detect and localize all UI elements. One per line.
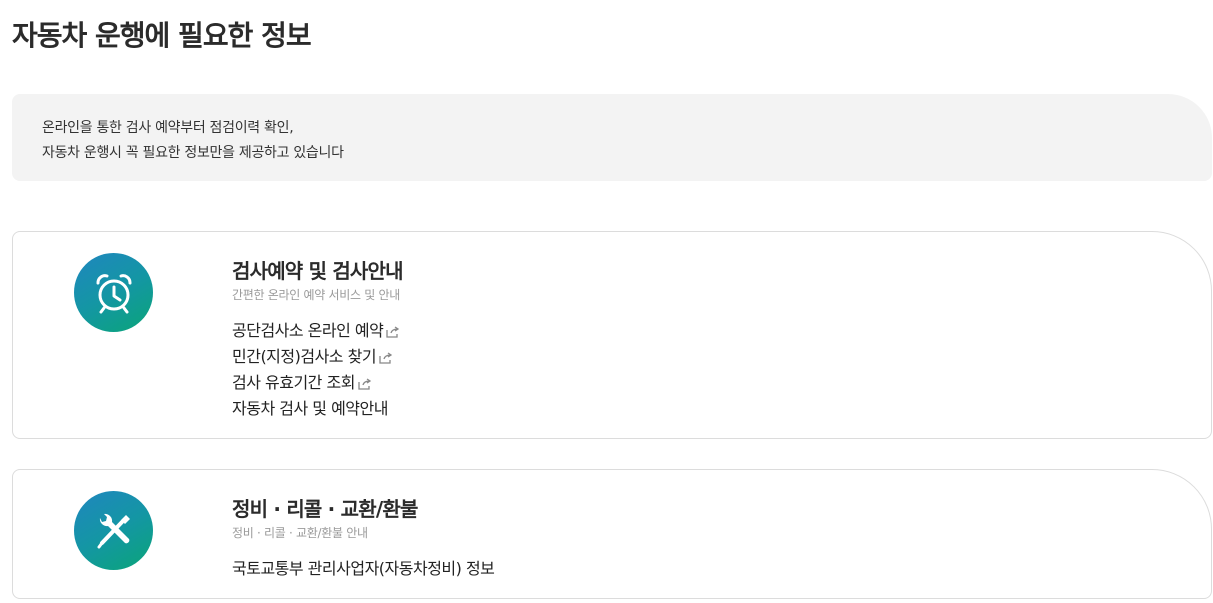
wrench-screwdriver-icon	[97, 513, 130, 548]
link-maintenance-business-info[interactable]: 국토교통부 관리사업자(자동차정비) 정보	[232, 556, 495, 582]
link-inspection-validity-lookup[interactable]: 검사 유효기간 조회	[232, 370, 403, 396]
maintenance-card: 정비 · 리콜 · 교환/환불 정비 · 리콜 · 교환/환불 안내 국토교통부…	[12, 469, 1212, 599]
external-link-icon	[358, 377, 372, 390]
external-link-icon	[386, 325, 400, 338]
external-link-icon	[379, 351, 393, 364]
link-label: 공단검사소 온라인 예약	[232, 321, 384, 340]
maintenance-card-body: 정비 · 리콜 · 교환/환불 정비 · 리콜 · 교환/환불 안내 국토교통부…	[232, 496, 495, 582]
card-subtitle: 정비 · 리콜 · 교환/환불 안내	[232, 526, 368, 540]
inspection-card: 검사예약 및 검사안내 간편한 온라인 예약 서비스 및 안내 공단검사소 온라…	[12, 231, 1212, 439]
card-subtitle: 간편한 온라인 예약 서비스 및 안내	[232, 288, 400, 302]
link-label: 자동차 검사 및 예약안내	[232, 399, 388, 418]
maintenance-icon-circle	[74, 491, 153, 570]
intro-line-2: 자동차 운행시 꼭 필요한 정보만을 제공하고 있습니다	[42, 145, 344, 161]
intro-line-1: 온라인을 통한 검사 예약부터 점검이력 확인,	[42, 120, 294, 136]
inspection-icon-circle	[74, 253, 153, 332]
card-title: 정비 · 리콜 · 교환/환불	[232, 497, 418, 521]
link-list: 국토교통부 관리사업자(자동차정비) 정보	[232, 556, 495, 582]
link-label: 민간(지정)검사소 찾기	[232, 347, 377, 366]
inspection-card-body: 검사예약 및 검사안내 간편한 온라인 예약 서비스 및 안내 공단검사소 온라…	[232, 258, 404, 422]
link-private-inspection-search[interactable]: 민간(지정)검사소 찾기	[232, 344, 403, 370]
link-label: 검사 유효기간 조회	[232, 373, 355, 392]
intro-box: 온라인을 통한 검사 예약부터 점검이력 확인, 자동차 운행시 꼭 필요한 정…	[12, 94, 1212, 181]
link-label: 국토교통부 관리사업자(자동차정비) 정보	[232, 559, 495, 578]
page-title: 자동차 운행에 필요한 정보	[12, 19, 312, 52]
link-list: 공단검사소 온라인 예약 민간(지정)검사소 찾기 검사 유효기간 조회 자동차…	[232, 318, 403, 422]
link-public-inspection-reservation[interactable]: 공단검사소 온라인 예약	[232, 318, 403, 344]
card-title: 검사예약 및 검사안내	[232, 259, 404, 283]
link-inspection-guide[interactable]: 자동차 검사 및 예약안내	[232, 396, 403, 422]
alarm-clock-icon	[96, 273, 131, 313]
